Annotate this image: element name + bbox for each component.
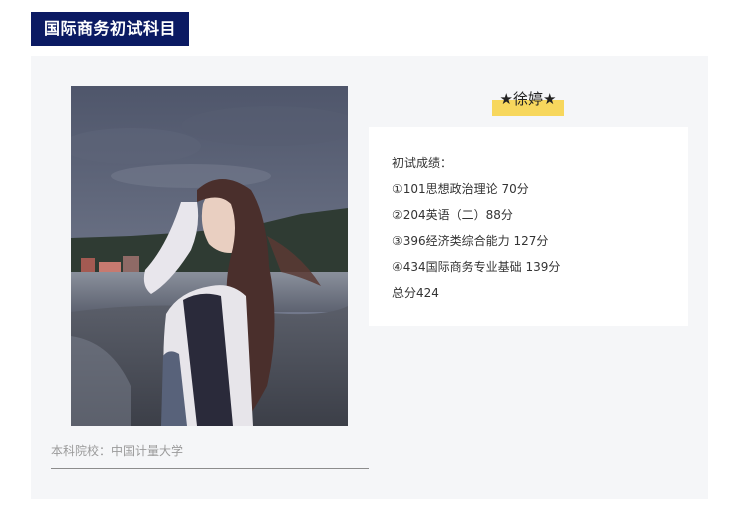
divider: [51, 468, 369, 469]
student-name-badge: ★徐婷★: [492, 86, 564, 116]
student-photo: [71, 86, 348, 426]
score-card: 初试成绩： ①101思想政治理论 70分 ②204英语（二）88分 ③396经济…: [369, 127, 688, 326]
score-heading: 初试成绩：: [392, 156, 453, 170]
undergrad-school: 本科院校：中国计量大学: [51, 444, 184, 458]
page: 国际商务初试科目 本科院校：中国计量大学 ★徐婷★ 初试成绩： ①101思想政治…: [0, 0, 730, 516]
student-panel: 本科院校：中国计量大学 ★徐婷★ 初试成绩： ①101思想政治理论 70分 ②2…: [31, 56, 708, 499]
student-name: ★徐婷★: [499, 90, 557, 108]
section-title: 国际商务初试科目: [31, 12, 189, 46]
score-total: 总分424: [392, 286, 439, 300]
score-item: ②204英语（二）88分: [392, 208, 513, 222]
score-item: ③396经济类综合能力 127分: [392, 234, 549, 248]
score-list: 初试成绩： ①101思想政治理论 70分 ②204英语（二）88分 ③396经济…: [392, 153, 560, 309]
score-item: ①101思想政治理论 70分: [392, 182, 529, 196]
score-item: ④434国际商务专业基础 139分: [392, 260, 561, 274]
